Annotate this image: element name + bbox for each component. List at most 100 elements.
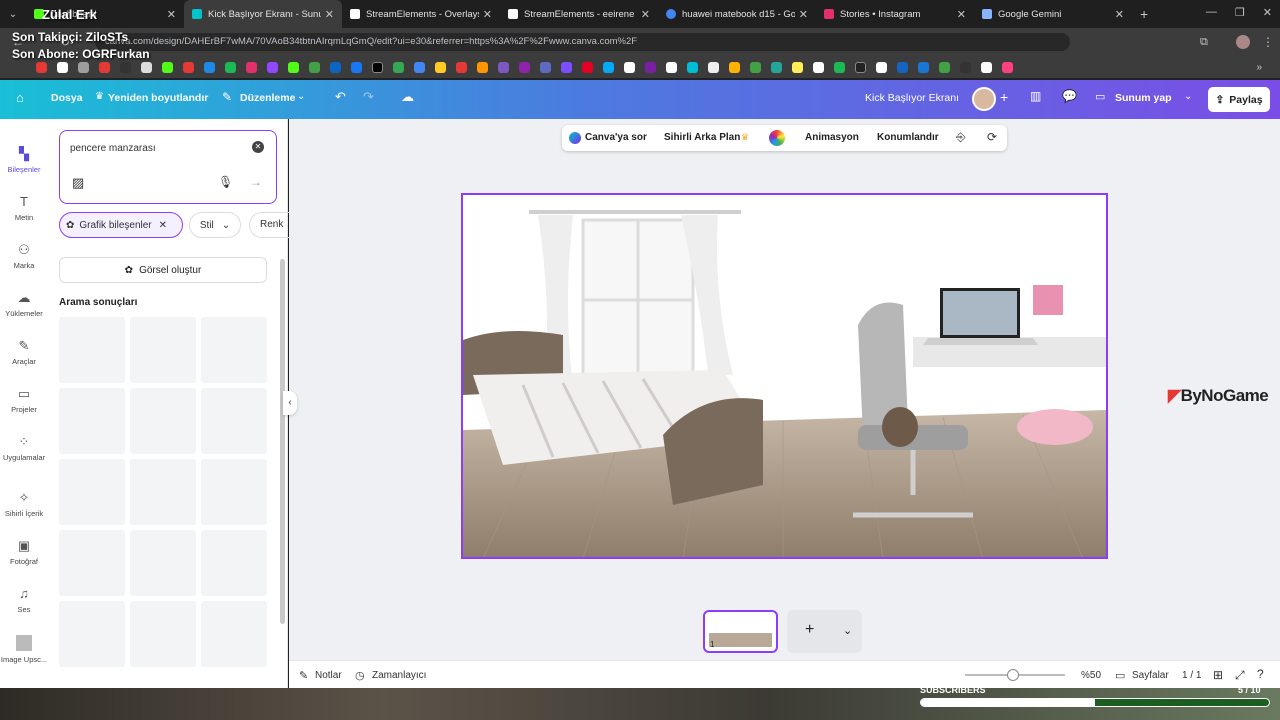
- bookmark-icon[interactable]: [750, 61, 761, 73]
- bookmark-icon[interactable]: [834, 61, 845, 73]
- rail-photos[interactable]: ▣ Fotoğraf: [0, 539, 48, 567]
- style-filter[interactable]: Stil ⌄: [189, 212, 241, 238]
- rail-uploads[interactable]: ☁ Yüklemeler: [0, 291, 48, 319]
- paint-format-icon[interactable]: ⎆: [956, 130, 966, 145]
- result-placeholder[interactable]: [201, 601, 267, 667]
- bookmark-icon[interactable]: [666, 61, 677, 73]
- zoom-slider[interactable]: [965, 669, 1065, 681]
- result-placeholder[interactable]: [201, 388, 267, 454]
- bookmark-icon[interactable]: [141, 61, 152, 73]
- bookmark-icon[interactable]: [183, 61, 194, 73]
- close-icon[interactable]: ✕: [641, 8, 650, 21]
- result-placeholder[interactable]: [130, 317, 196, 383]
- bookmark-icon[interactable]: [729, 61, 740, 73]
- bookmark-icon[interactable]: [309, 61, 320, 73]
- browser-tab[interactable]: StreamElements - Overlays ✕: [342, 0, 500, 28]
- chevron-down-icon[interactable]: ⌄: [843, 624, 852, 637]
- new-tab-plus-icon[interactable]: +: [1140, 6, 1148, 22]
- extensions-icon[interactable]: ⧉: [1200, 36, 1208, 49]
- edit-menu[interactable]: Düzenleme: [240, 92, 295, 104]
- bookmark-icon[interactable]: [939, 61, 950, 73]
- rail-image-upscaler[interactable]: Image Upsc...: [0, 635, 48, 664]
- result-placeholder[interactable]: [59, 317, 125, 383]
- bookmark-icon[interactable]: [204, 61, 215, 73]
- rail-apps[interactable]: ⁘ Uygulamalar: [0, 435, 48, 463]
- add-page-button[interactable]: + ⌄: [787, 610, 862, 653]
- rail-tools[interactable]: ✎ Araçlar: [0, 339, 48, 367]
- more-options-icon[interactable]: ⟳: [987, 130, 997, 144]
- bookmark-icon[interactable]: [561, 61, 572, 73]
- bookmark-icon[interactable]: [57, 61, 68, 73]
- result-placeholder[interactable]: [201, 459, 267, 525]
- remove-filter-icon[interactable]: ✕: [159, 220, 167, 231]
- design-title[interactable]: Kick Başlıyor Ekranı: [865, 92, 959, 104]
- resize-menu[interactable]: Yeniden boyutlandır: [108, 92, 208, 104]
- ask-canva-button[interactable]: Canva'ya sor: [585, 132, 647, 143]
- result-placeholder[interactable]: [130, 601, 196, 667]
- pages-button[interactable]: Sayfalar: [1132, 670, 1169, 681]
- zoom-slider-handle[interactable]: [1007, 669, 1019, 681]
- browser-tab-active[interactable]: Kick Başlıyor Ekranı - Sunum ✕: [184, 0, 342, 28]
- rail-magic-media[interactable]: ✧ Sihirli İçerik: [0, 491, 48, 519]
- close-window-icon[interactable]: ✕: [1263, 6, 1272, 19]
- bookmark-icon[interactable]: [351, 61, 362, 73]
- cloud-save-icon[interactable]: ☁: [401, 89, 414, 105]
- bookmark-icon[interactable]: [162, 61, 173, 73]
- panel-scrollbar[interactable]: [280, 259, 285, 624]
- present-dropdown-icon[interactable]: ⌄: [1184, 91, 1192, 102]
- browser-tab[interactable]: huawei matebook d15 - Google ✕: [658, 0, 816, 28]
- bookmark-icon[interactable]: [981, 61, 992, 73]
- submit-arrow-icon[interactable]: →: [250, 175, 262, 189]
- browser-menu-icon[interactable]: ⋮: [1262, 35, 1274, 49]
- bookmark-icon[interactable]: [435, 61, 446, 73]
- bookmark-icon[interactable]: [372, 61, 383, 73]
- bookmarks-overflow-icon[interactable]: »: [1256, 62, 1262, 73]
- bookmark-icon[interactable]: [645, 61, 656, 73]
- bookmark-icon[interactable]: [288, 61, 299, 73]
- browser-tab[interactable]: Stories • Instagram ✕: [816, 0, 974, 28]
- bookmark-icon[interactable]: [582, 61, 593, 73]
- magic-background-button[interactable]: Sihirli Arka Plan: [664, 132, 740, 143]
- close-icon[interactable]: ✕: [799, 8, 808, 21]
- bookmark-icon[interactable]: [225, 61, 236, 73]
- bookmark-icon[interactable]: [540, 61, 551, 73]
- help-icon[interactable]: ?: [1257, 667, 1264, 681]
- bookmark-icon[interactable]: [771, 61, 782, 73]
- home-icon[interactable]: ⌂: [16, 90, 24, 105]
- rail-audio[interactable]: ♫ Ses: [0, 587, 48, 615]
- close-icon[interactable]: ✕: [325, 8, 334, 21]
- bookmark-icon[interactable]: [960, 61, 971, 73]
- collaborator-avatar[interactable]: [972, 87, 996, 111]
- bookmark-icon[interactable]: [687, 61, 698, 73]
- result-placeholder[interactable]: [130, 459, 196, 525]
- grid-view-icon[interactable]: ⊞: [1213, 668, 1223, 682]
- bookmark-icon[interactable]: [477, 61, 488, 73]
- result-placeholder[interactable]: [201, 317, 267, 383]
- zoom-level[interactable]: %50: [1081, 670, 1101, 681]
- bookmark-icon[interactable]: [267, 61, 278, 73]
- bookmark-icon[interactable]: [36, 61, 47, 73]
- microphone-icon[interactable]: 🎙: [218, 175, 233, 189]
- position-button[interactable]: Konumlandır: [877, 132, 939, 143]
- search-box[interactable]: pencere manzarası ✕ ▨ 🎙 →: [59, 130, 277, 204]
- clear-search-icon[interactable]: ✕: [252, 141, 264, 153]
- page-thumbnail[interactable]: 1: [703, 610, 778, 653]
- share-button[interactable]: ⇪ Paylaş: [1208, 87, 1270, 112]
- bookmark-icon[interactable]: [1002, 61, 1013, 73]
- result-placeholder[interactable]: [201, 530, 267, 596]
- rail-brand[interactable]: ⚇ Marka: [0, 243, 48, 271]
- result-placeholder[interactable]: [59, 530, 125, 596]
- close-icon[interactable]: ✕: [167, 8, 176, 21]
- fullscreen-icon[interactable]: ⤢: [1235, 668, 1245, 683]
- result-placeholder[interactable]: [130, 388, 196, 454]
- redo-icon[interactable]: ↷: [363, 89, 374, 105]
- rail-elements[interactable]: ▚ Bileşenler: [0, 147, 48, 175]
- result-placeholder[interactable]: [59, 459, 125, 525]
- color-wheel-icon[interactable]: [769, 130, 785, 146]
- collapse-panel-handle[interactable]: ‹: [283, 391, 297, 415]
- bookmark-icon[interactable]: [393, 61, 404, 73]
- url-field[interactable]: canva.com/design/DAHErBF7wMA/70VAoB34tbt…: [95, 33, 1070, 51]
- present-icon[interactable]: ▭: [1095, 90, 1105, 103]
- animate-button[interactable]: Animasyon: [805, 132, 859, 143]
- chevron-down-icon[interactable]: ⌄: [297, 91, 305, 102]
